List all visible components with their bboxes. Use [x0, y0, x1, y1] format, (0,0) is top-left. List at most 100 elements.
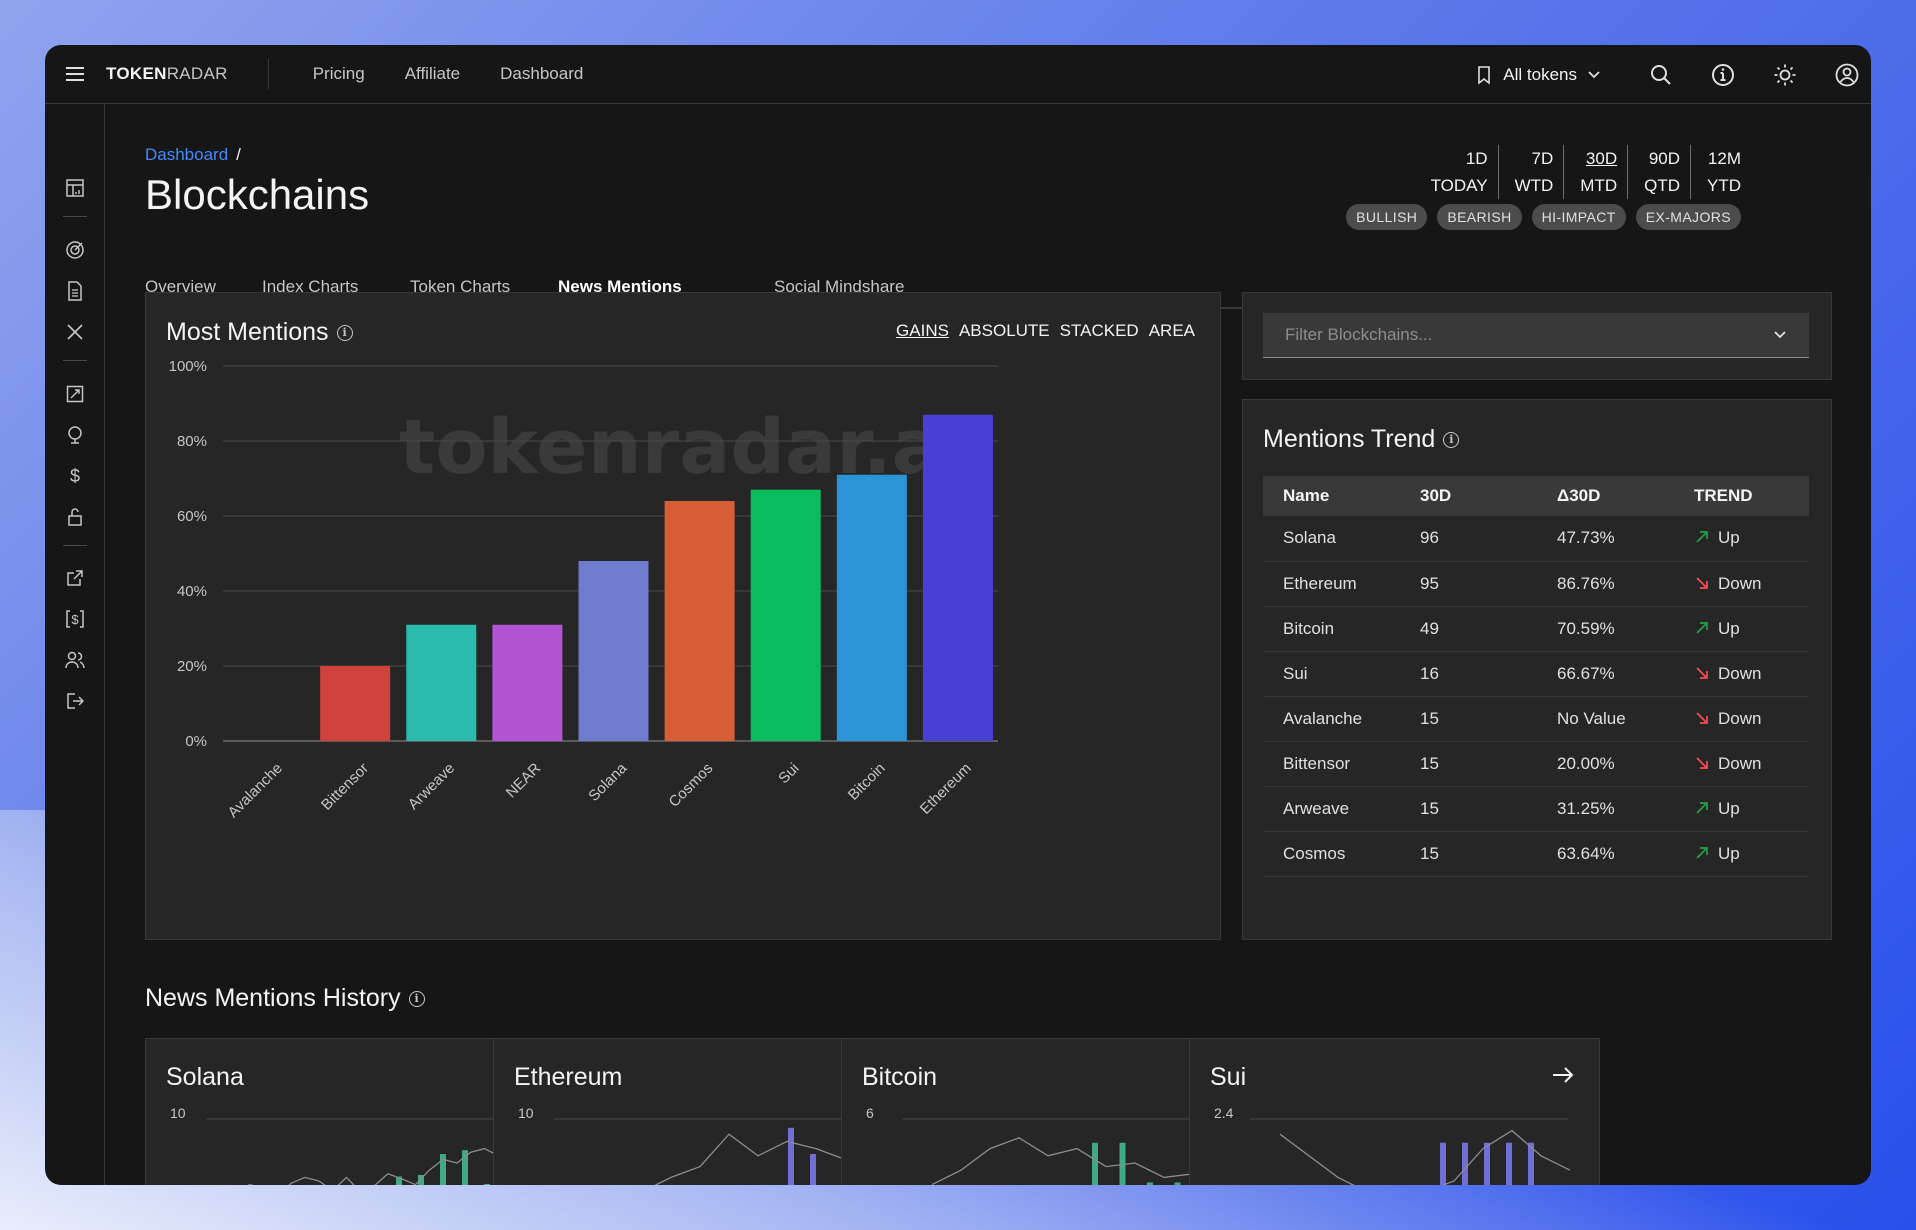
bar-sui[interactable] [750, 489, 821, 741]
x-tick-label: Bitcoin [845, 760, 889, 804]
arrow-down-right-icon [1696, 711, 1708, 724]
cell-name: Bittensor [1263, 741, 1400, 787]
cell-delta: 86.76% [1537, 561, 1674, 607]
table-row[interactable]: Arweave 15 31.25% Up [1263, 786, 1809, 832]
pricing-icon[interactable]: $ [63, 607, 87, 631]
cell-name: Ethereum [1263, 561, 1400, 607]
search-icon[interactable] [1647, 61, 1675, 89]
column-header-delta[interactable]: Δ30D [1537, 476, 1674, 516]
chip-bullish[interactable]: BULLISH [1346, 204, 1428, 230]
history-card-sui[interactable]: Sui 2.4 [1189, 1038, 1600, 1185]
column-header-trend[interactable]: TREND [1674, 476, 1809, 516]
cell-trend: Up [1674, 786, 1809, 832]
document-icon[interactable] [63, 279, 87, 303]
svg-text:$: $ [71, 612, 79, 627]
bar-cosmos[interactable] [664, 501, 735, 741]
column-header-30d[interactable]: 30D [1400, 476, 1537, 516]
cell-30d: 15 [1400, 696, 1537, 742]
bookmark-icon [1478, 65, 1491, 85]
table-row[interactable]: Sui 16 66.67% Down [1263, 651, 1809, 697]
history-bar [1174, 1182, 1181, 1185]
bar-ethereum[interactable] [922, 414, 993, 741]
user-avatar-icon[interactable] [1833, 61, 1861, 89]
y-axis-max-label: 6 [866, 1105, 874, 1121]
period-1d[interactable]: 1D TODAY [1415, 145, 1498, 199]
history-card-title: Solana [166, 1063, 244, 1091]
history-bar [1440, 1142, 1446, 1185]
theme-toggle-icon[interactable] [1771, 61, 1799, 89]
cell-trend: Up [1674, 606, 1809, 652]
expand-icon[interactable] [63, 382, 87, 406]
y-tick-label: 0% [185, 733, 207, 750]
bar-solana[interactable] [578, 561, 649, 741]
top-bar: TOKENRADAR Pricing Affiliate Dashboard A… [45, 45, 1871, 104]
bar-bitcoin[interactable] [836, 474, 907, 741]
table-row[interactable]: Bitcoin 49 70.59% Up [1263, 606, 1809, 652]
page-title: Blockchains [145, 171, 370, 218]
info-icon[interactable]: i [408, 991, 425, 1008]
dollar-icon[interactable]: $ [63, 464, 87, 488]
cell-30d: 15 [1400, 786, 1537, 832]
info-icon[interactable]: i [1443, 432, 1460, 449]
period-selector: 1D TODAY 7D WTD 30D MTD 90D QTD 12M YTD [1415, 145, 1751, 199]
bar-bittensor[interactable] [320, 666, 391, 741]
filter-blockchains-select[interactable]: Filter Blockchains... [1263, 313, 1809, 358]
cell-trend: Down [1674, 561, 1809, 607]
external-link-icon[interactable] [63, 566, 87, 590]
chevron-down-icon [1774, 331, 1786, 339]
chip-bearish[interactable]: BEARISH [1437, 204, 1522, 230]
trend-label: Down [1718, 708, 1762, 728]
sidebar-divider [63, 216, 87, 217]
cell-delta: 63.64% [1537, 831, 1674, 877]
bar-near[interactable] [492, 624, 563, 741]
cell-trend: Up [1674, 516, 1809, 562]
history-sparkline [1250, 1118, 1571, 1185]
period-30d[interactable]: 30D MTD [1563, 145, 1627, 199]
x-social-icon[interactable] [63, 320, 87, 344]
info-icon[interactable] [1709, 61, 1737, 89]
y-axis-max-label: 10 [518, 1105, 534, 1121]
nav-dashboard[interactable]: Dashboard [480, 64, 603, 84]
table-row[interactable]: Avalanche 15 No Value Down [1263, 696, 1809, 742]
trend-label: Up [1718, 843, 1740, 863]
app-window: TOKENRADAR Pricing Affiliate Dashboard A… [45, 45, 1871, 1185]
sidebar-divider [63, 360, 87, 361]
table-row[interactable]: Ethereum 95 86.76% Down [1263, 561, 1809, 607]
breadcrumb-separator: / [236, 145, 241, 164]
bar-arweave[interactable] [406, 624, 477, 741]
chip-hi-impact[interactable]: HI-IMPACT [1531, 204, 1626, 230]
cell-30d: 49 [1400, 606, 1537, 652]
nav-pricing[interactable]: Pricing [293, 64, 385, 84]
users-icon[interactable] [63, 648, 87, 672]
cell-delta: 47.73% [1537, 516, 1674, 562]
x-tick-label: NEAR [503, 760, 545, 802]
menu-icon[interactable] [52, 45, 98, 104]
history-bar [1484, 1142, 1490, 1185]
table-row[interactable]: Bittensor 15 20.00% Down [1263, 741, 1809, 787]
y-tick-label: 80% [177, 433, 207, 450]
globe-icon[interactable] [63, 423, 87, 447]
cell-name: Bitcoin [1263, 606, 1400, 652]
table-row[interactable]: Cosmos 15 63.64% Up [1263, 831, 1809, 877]
trend-label: Up [1718, 528, 1740, 548]
period-90d[interactable]: 90D QTD [1627, 145, 1690, 199]
table-row[interactable]: Solana 96 47.73% Up [1263, 516, 1809, 562]
logout-icon[interactable] [63, 689, 87, 713]
history-bar [810, 1154, 816, 1185]
trend-label: Up [1718, 798, 1740, 818]
target-icon[interactable] [63, 238, 87, 262]
svg-text:$: $ [70, 466, 80, 486]
nav-affiliate[interactable]: Affiliate [385, 64, 480, 84]
breadcrumb-dashboard-link[interactable]: Dashboard [145, 145, 228, 164]
chip-ex-majors[interactable]: EX-MAJORS [1635, 204, 1741, 230]
cell-name: Sui [1263, 651, 1400, 697]
dashboard-icon[interactable] [63, 176, 87, 200]
most-mentions-chart: tokenradar.ai 0%20%40%60%80%100% Avalanc… [169, 358, 998, 821]
period-12m[interactable]: 12M YTD [1690, 145, 1751, 199]
unlock-icon[interactable] [63, 505, 87, 529]
arrow-right-icon[interactable] [1549, 1061, 1577, 1089]
brand-logo[interactable]: TOKENRADAR [106, 64, 228, 84]
period-7d[interactable]: 7D WTD [1497, 145, 1564, 199]
token-selector[interactable]: All tokens [1477, 45, 1601, 104]
column-header-name[interactable]: Name [1263, 476, 1400, 516]
